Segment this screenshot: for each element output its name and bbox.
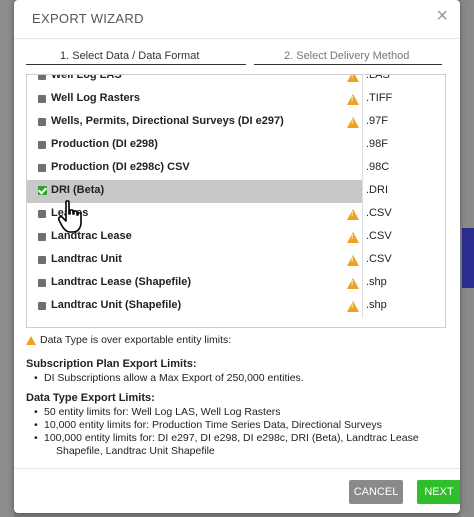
checkbox[interactable] [38,210,46,218]
limit-warning-text: Data Type is over exportable entity limi… [40,334,232,346]
list-item-format: .LAS [366,74,390,81]
checkbox[interactable] [38,95,46,103]
datatype-bullet: 100,000 entity limits for: DI e297, DI e… [34,432,419,444]
list-item-format: .98F [366,138,389,150]
list-item-label: Wells, Permits, Directional Surveys (DI … [51,115,284,127]
list-item[interactable]: DRI (Beta) .DRI [27,180,445,203]
warning-icon: ! [347,232,359,243]
list-item-format: .shp [366,299,387,311]
list-item[interactable]: Well Log Rasters! .TIFF [27,88,445,111]
next-button[interactable]: NEXT [417,480,460,504]
checkbox[interactable] [38,75,46,80]
datatype-bullet-continuation: Shapefile, Landtrac Unit Shapefile [56,445,215,457]
data-type-list[interactable]: Well Log LAS! .LAS Well Log Rasters! .TIFF W… [26,74,446,328]
list-item-format: .shp [366,276,387,288]
list-item-format: .CSV [366,253,392,265]
background-panel [462,228,474,288]
list-item-label: Landtrac Unit [51,253,122,265]
subscription-heading: Subscription Plan Export Limits: [26,358,197,370]
list-item-label: Landtrac Lease (Shapefile) [51,276,191,288]
list-item-format: .CSV [366,207,392,219]
warning-icon [26,336,36,345]
warning-icon: ! [347,117,359,128]
checkbox[interactable] [38,141,46,149]
warning-icon: ! [347,255,359,266]
list-item-label: Well Log Rasters [51,92,141,104]
checkbox[interactable] [38,118,46,126]
checkbox[interactable] [38,302,46,310]
modal-header: EXPORT WIZARD × [14,0,460,39]
checkbox[interactable] [38,279,46,287]
inactive-tab-underline [254,64,442,65]
tab-select-data[interactable]: 1. Select Data / Data Format [60,50,199,62]
export-wizard-modal: EXPORT WIZARD × 1. Select Data / Data Fo… [14,0,460,513]
datatype-heading: Data Type Export Limits: [26,392,155,404]
close-icon[interactable]: × [436,6,448,26]
list-item[interactable]: Leases!.CSV [27,203,445,226]
list-item-label: Production (DI e298) [51,138,158,150]
list-item[interactable]: Production (DI e298) .98F [27,134,445,157]
warning-icon: ! [347,209,359,220]
list-item-format: .98C [366,161,390,173]
hand-cursor-icon [58,200,82,233]
list-item-name-cell[interactable]: Well Log Rasters! [27,88,363,111]
warning-icon: ! [347,94,359,105]
list-item[interactable]: Landtrac Lease (Shapefile)! .shp [27,272,445,295]
datatype-bullet: 50 entity limits for: Well Log LAS, Well… [34,406,281,418]
list-item-format: .TIFF [366,92,393,104]
list-item-name-cell[interactable]: Landtrac Unit! [27,249,363,272]
background-page-left [0,0,14,517]
list-item-name-cell[interactable]: Landtrac Lease (Shapefile)! [27,272,363,295]
checkbox[interactable] [38,233,46,241]
list-item-name-cell[interactable]: Well Log LAS! [27,74,363,88]
list-item-label: Well Log LAS [51,74,122,81]
list-item[interactable]: Landtrac Unit! .CSV [27,249,445,272]
warning-icon: ! [347,301,359,312]
checkbox[interactable] [38,256,46,264]
checkbox-checked[interactable] [38,186,47,195]
modal-title: EXPORT WIZARD [32,11,144,26]
tab-delivery-method[interactable]: 2. Select Delivery Method [284,50,409,62]
list-item-format: .97F [366,115,389,127]
warning-icon: ! [347,75,359,82]
warning-icon: ! [347,278,359,289]
list-item-label: Landtrac Unit (Shapefile) [51,299,182,311]
list-item[interactable]: Wells, Permits, Directional Surveys (DI … [27,111,445,134]
list-item-label: DRI (Beta) [51,184,105,196]
list-item-format: .DRI [366,184,388,196]
checkbox[interactable] [38,164,46,172]
list-item-name-cell[interactable]: Wells, Permits, Directional Surveys (DI … [27,111,363,134]
datatype-bullet: 10,000 entity limits for: Production Tim… [34,419,382,431]
active-tab-underline [26,64,246,65]
list-item-name-cell[interactable]: Landtrac Unit (Shapefile)! [27,295,363,318]
list-item[interactable]: Landtrac Unit (Shapefile)! .shp [27,295,445,318]
list-item-format: .CSV [366,230,392,242]
subscription-bullet: DI Subscriptions allow a Max Export of 2… [34,372,304,384]
list-item-label: Production (DI e298c) CSV [51,161,190,173]
list-item[interactable]: Production (DI e298c) CSV .98C [27,157,445,180]
cancel-button[interactable]: CANCEL [349,480,403,504]
modal-footer: CANCEL NEXT [14,468,460,513]
list-item[interactable]: Landtrac Lease! .CSV [27,226,445,249]
list-item-name-cell[interactable]: Production (DI e298) [27,134,363,157]
list-item-name-cell[interactable]: Production (DI e298c) CSV [27,157,363,180]
list-item[interactable]: Well Log LAS! .LAS [27,74,445,88]
